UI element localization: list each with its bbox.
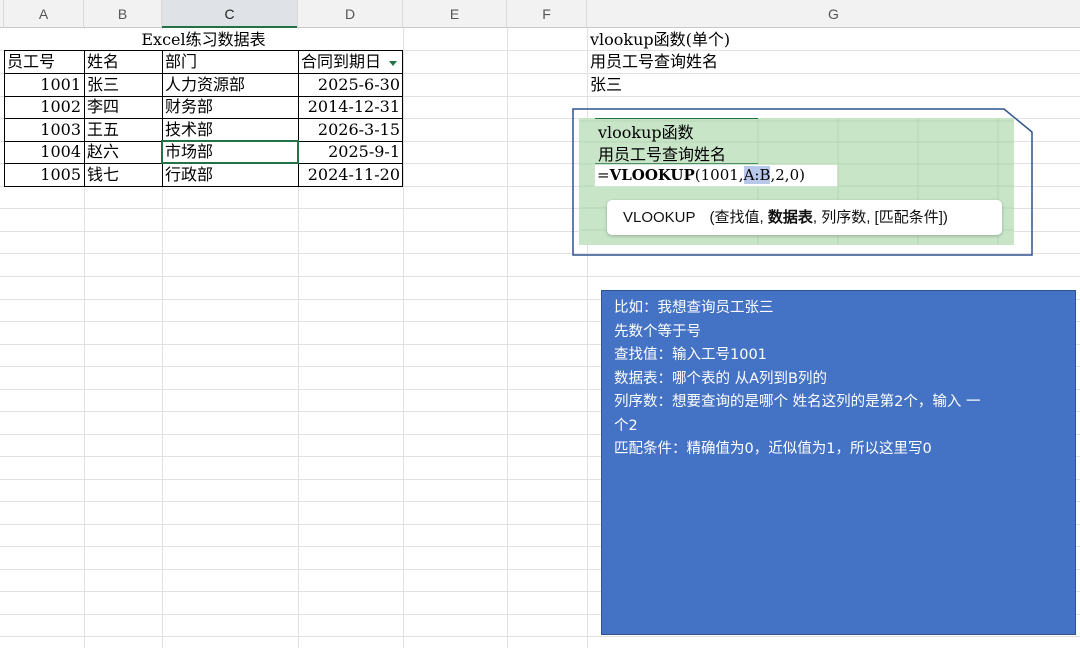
- column-header-e[interactable]: E: [403, 0, 507, 28]
- explanation-line: 数据表：哪个表的 从A列到B列的: [614, 370, 827, 387]
- table-cell[interactable]: 1003: [4, 119, 84, 141]
- table-cell[interactable]: 财务部: [162, 96, 298, 118]
- table-cell[interactable]: 李四: [84, 96, 162, 118]
- table-cell[interactable]: 2024-11-20: [298, 164, 403, 186]
- tooltip-function: VLOOKUP: [623, 209, 696, 226]
- formula-args-start: (1001,: [694, 166, 744, 184]
- note-result-value[interactable]: 张三: [587, 74, 887, 96]
- table-cell[interactable]: 行政部: [162, 164, 298, 186]
- tooltip-args-start: (查找值,: [709, 209, 764, 226]
- explanation-line: 列序数：想要查询的是哪个 姓名这列的是第2个，输入 一: [614, 394, 981, 410]
- table-border: [298, 50, 299, 187]
- explanation-line: 查找值：输入工号1001: [614, 347, 767, 363]
- table-cell[interactable]: 钱七: [84, 164, 162, 186]
- function-tooltip: VLOOKUP (查找值, 数据表, 列序数, [匹配条件]): [607, 200, 1002, 235]
- table-border: [402, 50, 403, 187]
- table-border: [4, 118, 403, 119]
- column-header-d[interactable]: D: [298, 0, 403, 28]
- column-header-a[interactable]: A: [4, 0, 84, 28]
- explanation-line: 比如：我想查询员工张三: [614, 300, 774, 316]
- table-cell[interactable]: 2025-6-30: [298, 74, 403, 96]
- filter-dropdown-icon[interactable]: [389, 61, 397, 66]
- formula-range-highlight: A:B: [743, 166, 771, 184]
- tooltip-current-arg: 数据表: [767, 209, 813, 226]
- header-cell-name[interactable]: 姓名: [84, 51, 162, 73]
- table-border: [4, 50, 5, 187]
- table-cell[interactable]: 王五: [84, 119, 162, 141]
- table-cell[interactable]: 1002: [4, 96, 84, 118]
- explanation-textbox[interactable]: 比如：我想查询员工张三 先数个等于号 查找值：输入工号1001 数据表：哪个表的…: [601, 290, 1076, 635]
- table-cell[interactable]: 1005: [4, 164, 84, 186]
- table-cell[interactable]: 张三: [84, 74, 162, 96]
- embedded-line-lookup-by-id: 用员工号查询姓名: [598, 145, 727, 164]
- table-cell[interactable]: 赵六: [84, 141, 162, 163]
- table-border: [162, 50, 163, 187]
- note-lookup-by-id[interactable]: 用员工号查询姓名: [587, 51, 887, 73]
- table-cell[interactable]: 2014-12-31: [298, 96, 403, 118]
- column-header-f[interactable]: F: [507, 0, 587, 28]
- active-cell-selection[interactable]: [161, 140, 299, 164]
- header-cell-contract-date[interactable]: 合同到期日: [298, 51, 396, 73]
- explanation-line: 先数个等于号: [614, 323, 701, 340]
- table-title[interactable]: Excel练习数据表: [4, 29, 403, 51]
- table-border: [4, 73, 403, 74]
- table-border: [4, 50, 403, 51]
- table-border: [84, 50, 85, 187]
- column-header-b[interactable]: B: [84, 0, 162, 28]
- embedded-line-vlookup: vlookup函数: [598, 123, 694, 142]
- table-cell[interactable]: 2026-3-15: [298, 119, 403, 141]
- header-cell-department[interactable]: 部门: [162, 51, 298, 73]
- header-cell-employee-id[interactable]: 员工号: [4, 51, 84, 73]
- table-cell[interactable]: 人力资源部: [162, 74, 298, 96]
- formula-function: VLOOKUP: [609, 166, 695, 184]
- table-cell[interactable]: 2025-9-1: [298, 141, 403, 163]
- note-vlookup-single[interactable]: vlookup函数(单个): [587, 29, 887, 51]
- table-cell[interactable]: 技术部: [162, 119, 298, 141]
- formula-equals: =: [597, 166, 610, 184]
- table-cell[interactable]: 1004: [4, 141, 84, 163]
- explanation-line: 匹配条件：精确值为0，近似值为1，所以这里写0: [614, 441, 932, 457]
- column-header-c[interactable]: C: [162, 0, 298, 28]
- table-border: [4, 186, 403, 187]
- explanation-line: 个2: [614, 417, 638, 434]
- formula-args-end: ,2,0): [770, 166, 805, 184]
- table-border: [4, 96, 403, 97]
- column-header-g[interactable]: G: [587, 0, 1080, 28]
- table-cell[interactable]: 1001: [4, 74, 84, 96]
- tooltip-args-end: , 列序数, [匹配条件]): [812, 209, 948, 226]
- embedded-formula-input: =VLOOKUP(1001,A:B,2,0): [594, 164, 838, 187]
